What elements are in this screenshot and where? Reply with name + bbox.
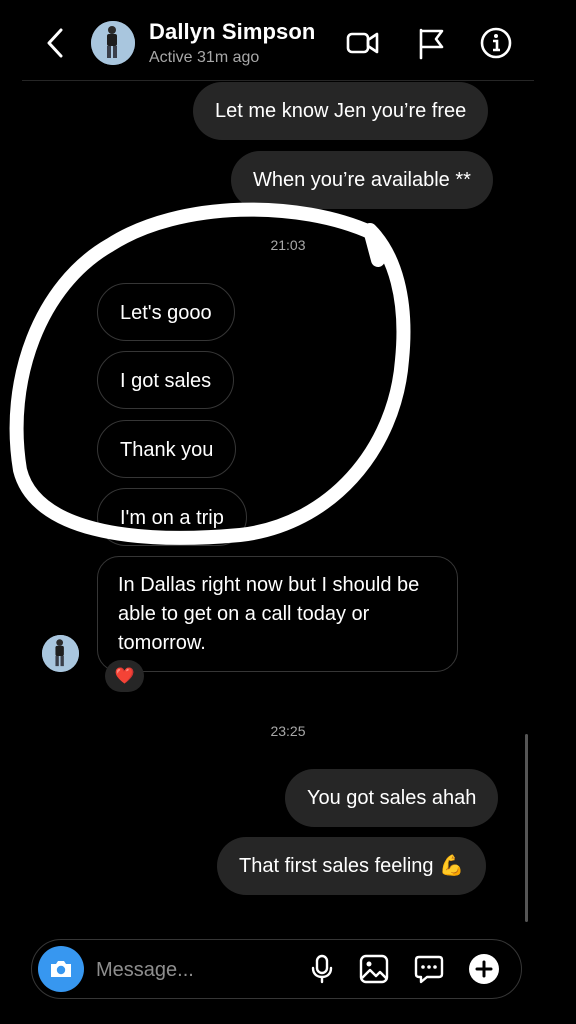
info-icon[interactable]	[477, 24, 515, 62]
heart-icon: ❤️	[114, 668, 135, 685]
received-message[interactable]: I got sales	[97, 351, 235, 409]
camera-icon[interactable]	[38, 946, 84, 992]
video-call-icon[interactable]	[344, 24, 382, 62]
sent-message[interactable]: You got sales ahah	[285, 769, 499, 827]
scrollbar[interactable]	[525, 734, 528, 922]
sticker-icon[interactable]	[413, 953, 445, 985]
received-message[interactable]: Let's gooo	[97, 283, 235, 341]
avatar[interactable]	[42, 635, 79, 672]
flag-icon[interactable]	[412, 24, 450, 62]
sent-message[interactable]: When you’re available **	[231, 151, 493, 209]
received-message[interactable]: I'm on a trip	[97, 488, 247, 546]
message-input[interactable]	[94, 952, 298, 988]
plus-icon[interactable]	[468, 953, 500, 985]
received-message-long[interactable]: In Dallas right now but I should be able…	[97, 556, 458, 672]
avatar[interactable]	[91, 21, 135, 65]
message-composer	[31, 939, 522, 999]
active-status: Active 31m ago	[149, 49, 260, 66]
chat-header: Dallyn Simpson Active 31m ago	[0, 0, 576, 80]
sent-message[interactable]: That first sales feeling 💪	[217, 837, 486, 895]
received-message[interactable]: Thank you	[97, 420, 237, 478]
header-divider	[22, 80, 534, 81]
gallery-icon[interactable]	[358, 953, 390, 985]
microphone-icon[interactable]	[306, 953, 338, 985]
heart-reaction[interactable]: ❤️	[105, 660, 144, 692]
timestamp: 21:03	[270, 237, 306, 253]
back-icon[interactable]	[40, 26, 70, 60]
sent-message[interactable]: Let me know Jen you’re free	[193, 82, 489, 140]
timestamp: 23:25	[270, 723, 306, 739]
contact-name[interactable]: Dallyn Simpson	[149, 19, 315, 45]
